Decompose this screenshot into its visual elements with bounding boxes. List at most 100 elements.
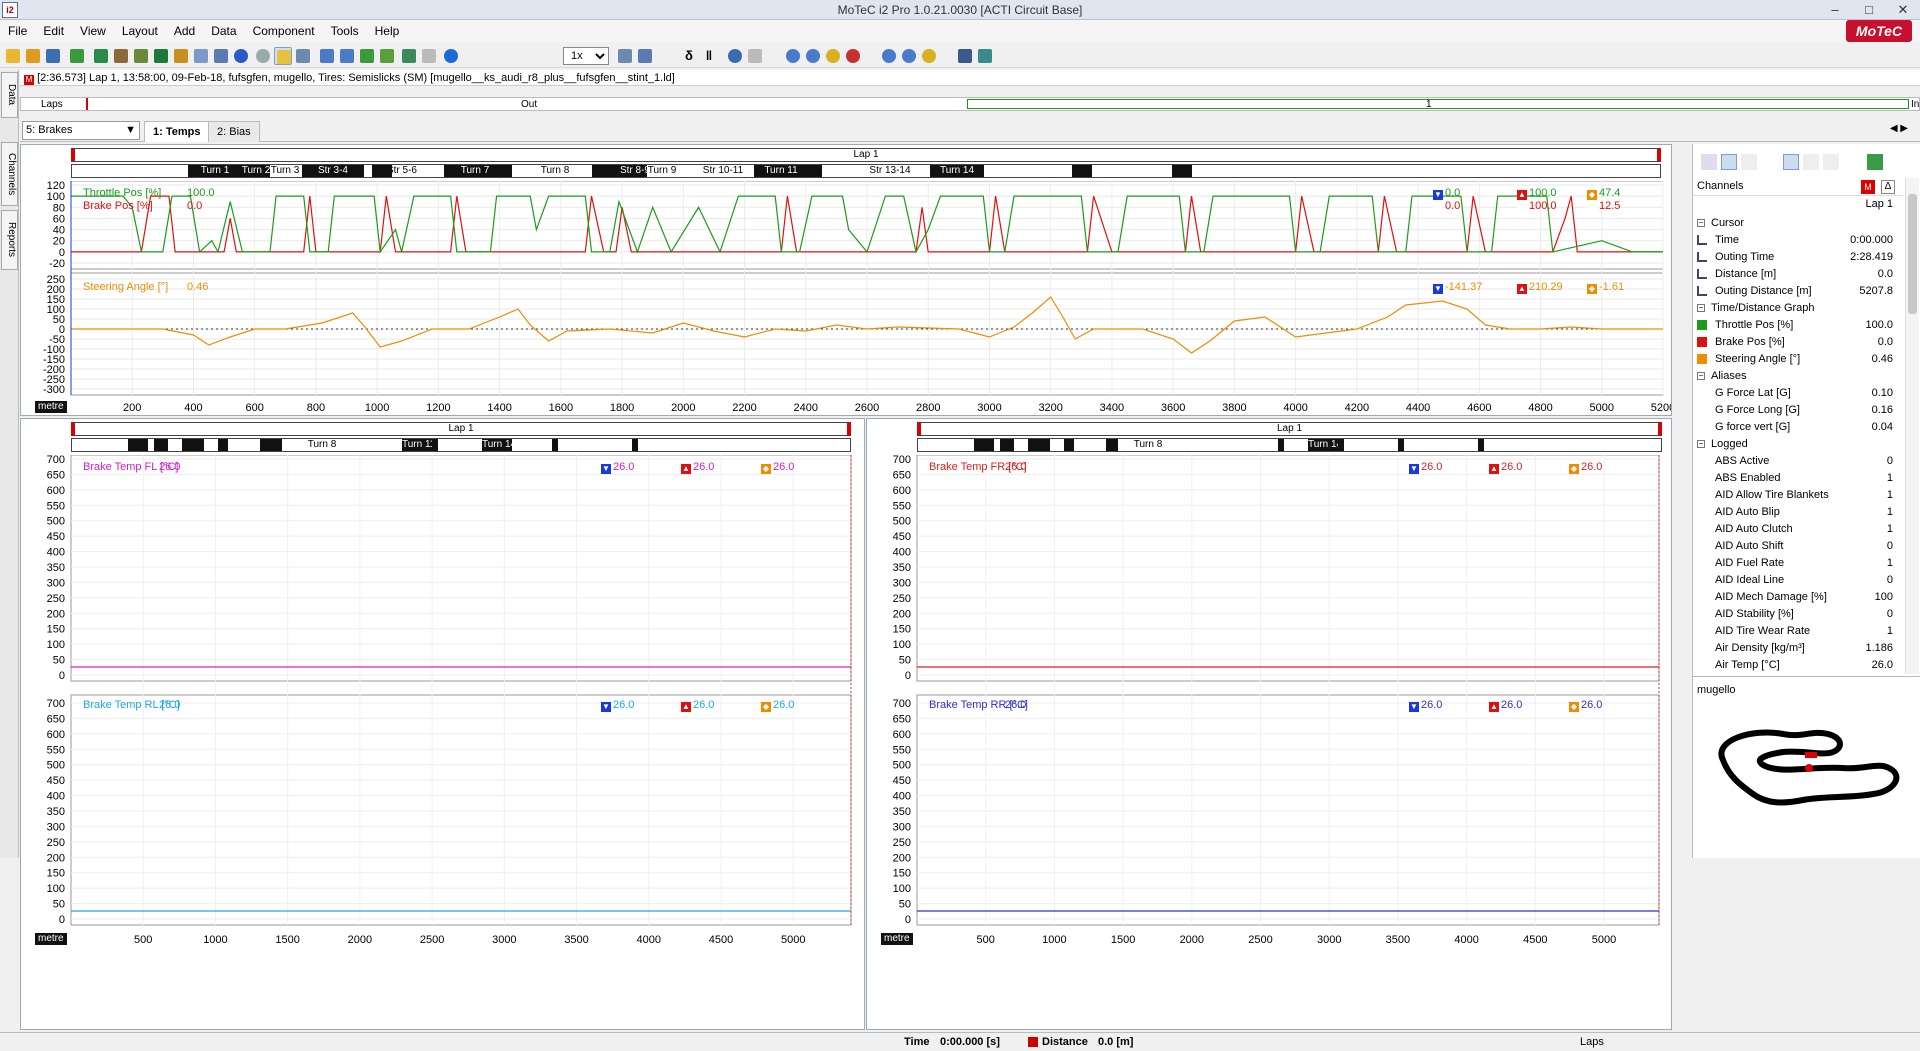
zoom-out-icon[interactable]	[804, 47, 822, 65]
worksheet-select[interactable]: 5: Brakes ▼	[22, 121, 140, 140]
channel-row[interactable]: Outing Time 2:28.419	[1693, 250, 1903, 264]
channel-row[interactable]: Distance [m] 0.0	[1693, 267, 1903, 281]
tab-scroll-arrows[interactable]: ◀ ▶	[1890, 123, 1908, 134]
refresh-icon[interactable]	[92, 47, 110, 65]
channel-row[interactable]: Air Density [kg/m³] 1.186	[1693, 641, 1903, 655]
open-folder-icon[interactable]	[24, 47, 42, 65]
layout-icon[interactable]	[636, 47, 654, 65]
channel-row[interactable]: Steering Angle [°] 0.46	[1693, 352, 1903, 366]
list-icon[interactable]	[1741, 154, 1757, 170]
edit-icon[interactable]	[132, 47, 150, 65]
playback-speed-select[interactable]: 1x	[563, 47, 609, 65]
stretch-icon[interactable]	[956, 47, 974, 65]
collapse-icon[interactable]: −	[1697, 372, 1705, 380]
channel-row[interactable]: ABS Enabled 1	[1693, 471, 1903, 485]
channel-row[interactable]: Throttle Pos [%] 100.0	[1693, 318, 1903, 332]
pane-rear[interactable]	[916, 694, 1660, 926]
minimize-button[interactable]: –	[1818, 0, 1852, 20]
channel-group[interactable]: − Cursor	[1693, 216, 1903, 230]
pen-icon[interactable]	[112, 47, 130, 65]
pane-rear[interactable]	[70, 694, 852, 926]
time-distance-graph[interactable]: Lap 1 Turn 1 Turn 2 Turn 3 Str 3-4 Str 5-6 Tu…	[20, 144, 1672, 416]
brake-temp-right-graph[interactable]: Lap 1 Turn 8 Turn 14 700 700 650 650 600 600 55…	[866, 418, 1672, 1030]
maximize-button[interactable]: □	[1852, 0, 1886, 20]
graph-canvas-left[interactable]: 7007006506506006005505505005004504504004…	[21, 455, 864, 1029]
tab-bias[interactable]: 2: Bias	[208, 121, 260, 142]
zoom-out2-icon[interactable]	[900, 47, 918, 65]
channel-row[interactable]: AID Allow Tire Blankets 1	[1693, 488, 1903, 502]
menu-tools[interactable]: Tools	[323, 20, 367, 42]
zoom-tool-icon[interactable]	[400, 47, 418, 65]
channel-row[interactable]: AID Tire Wear Rate 1	[1693, 624, 1903, 638]
flag-check-icon[interactable]	[378, 47, 396, 65]
graph-canvas-right[interactable]: 7007006506506006005505505005004504504004…	[867, 455, 1671, 1029]
menu-add[interactable]: Add	[166, 20, 203, 42]
tab-reports[interactable]: Reports	[1, 210, 18, 270]
menu-data[interactable]: Data	[203, 20, 244, 42]
collapse-icon[interactable]: −	[1697, 304, 1705, 312]
zoom-y2-icon[interactable]	[920, 47, 938, 65]
laps-bar[interactable]: Laps Out 1 In	[20, 97, 1920, 111]
close-button[interactable]: ✕	[1886, 0, 1920, 20]
save-icon[interactable]	[44, 47, 62, 65]
window-icon[interactable]	[616, 47, 634, 65]
flag-icon[interactable]	[358, 47, 376, 65]
clock-icon[interactable]	[254, 47, 272, 65]
channel-row[interactable]: Brake Pos [%] 0.0	[1693, 335, 1903, 349]
forward-icon[interactable]	[338, 47, 356, 65]
zoom-in2-icon[interactable]	[880, 47, 898, 65]
tab-temps[interactable]: 1: Temps	[144, 121, 210, 142]
zoom-y-icon[interactable]	[824, 47, 842, 65]
track-map[interactable]	[1693, 700, 1920, 850]
marker-icon[interactable]: M	[1861, 180, 1875, 194]
tab-channels[interactable]: Channels	[1, 142, 18, 206]
channel-row[interactable]: AID Stability [%] 0	[1693, 607, 1903, 621]
overlay-icon[interactable]	[274, 47, 292, 65]
play-icon[interactable]	[442, 47, 460, 65]
lap1-range[interactable]	[967, 99, 1909, 109]
tab-data[interactable]: Data	[1, 72, 18, 118]
list-icon[interactable]	[212, 47, 230, 65]
fit-icon[interactable]	[976, 47, 994, 65]
pause-icon[interactable]: ‖	[700, 47, 718, 65]
view-icon[interactable]	[1701, 154, 1717, 170]
channel-row[interactable]: G Force Long [G] 0.16	[1693, 403, 1903, 417]
channel-row[interactable]: Time 0:00.000	[1693, 233, 1903, 247]
download-icon[interactable]	[68, 47, 86, 65]
column2-icon[interactable]	[1803, 154, 1819, 170]
pane-front[interactable]	[916, 455, 1660, 682]
info-icon[interactable]	[232, 47, 250, 65]
channel-row[interactable]: AID Auto Blip 1	[1693, 505, 1903, 519]
channel-row[interactable]: Air Temp [°C] 26.0	[1693, 658, 1903, 672]
channel-row[interactable]: AID Ideal Line 0	[1693, 573, 1903, 587]
column-icon[interactable]	[1783, 154, 1799, 170]
excel-icon[interactable]	[152, 47, 170, 65]
zoom-disabled2-icon[interactable]	[746, 47, 764, 65]
delta-icon[interactable]: δ	[680, 47, 698, 65]
scrollbar-thumb[interactable]	[1908, 194, 1917, 314]
tree-icon[interactable]	[1721, 154, 1737, 170]
channel-group[interactable]: − Logged	[1693, 437, 1903, 451]
column3-icon[interactable]	[1823, 154, 1839, 170]
channel-row[interactable]: G force vert [G] 0.04	[1693, 420, 1903, 434]
channel-row[interactable]: AID Auto Clutch 1	[1693, 522, 1903, 536]
zoom-in-icon[interactable]	[726, 47, 744, 65]
menu-component[interactable]: Component	[245, 20, 323, 42]
grid-icon[interactable]	[294, 47, 312, 65]
collapse-icon[interactable]: −	[1697, 219, 1705, 227]
channel-row[interactable]: Outing Distance [m] 5207.8	[1693, 284, 1903, 298]
graph-canvas[interactable]: 120100806040200-20250200150100500-50-100…	[21, 181, 1671, 413]
brake-temp-left-graph[interactable]: Lap 1 Turn 8 Turn 11 Turn 14 700 700 650 650 6…	[20, 418, 865, 1030]
zoom-red-icon[interactable]	[844, 47, 862, 65]
floppy-icon[interactable]	[172, 47, 190, 65]
delta-icon[interactable]: Δ	[1881, 180, 1895, 194]
channel-row[interactable]: G Force Lat [G] 0.10	[1693, 386, 1903, 400]
menu-layout[interactable]: Layout	[114, 20, 166, 42]
zoom-disabled-icon[interactable]	[420, 47, 438, 65]
zoom-fit-icon[interactable]	[784, 47, 802, 65]
page-icon[interactable]	[192, 47, 210, 65]
menu-help[interactable]: Help	[367, 20, 408, 42]
channel-row[interactable]: AID Fuel Rate 1	[1693, 556, 1903, 570]
export-icon[interactable]	[1867, 154, 1883, 170]
back-icon[interactable]	[318, 47, 336, 65]
